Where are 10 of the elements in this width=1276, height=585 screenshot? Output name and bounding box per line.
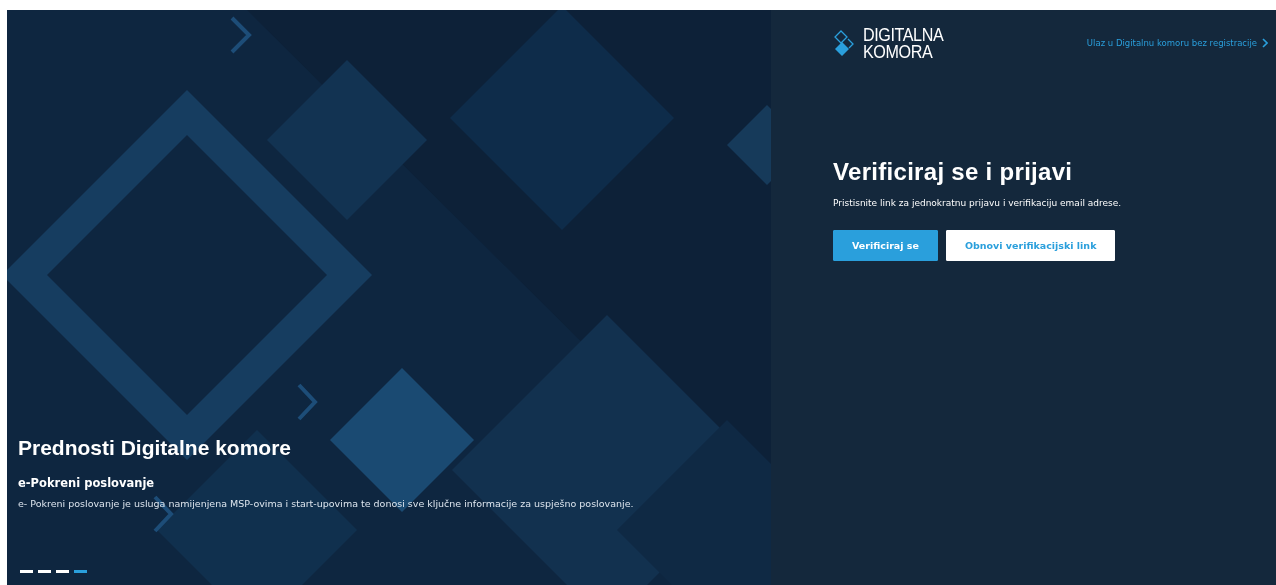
slide-title: Prednosti Digitalne komore xyxy=(18,436,292,460)
renew-link-button[interactable]: Obnovi verifikacijski link xyxy=(945,230,1116,261)
login-title: Verificiraj se i prijavi xyxy=(833,158,1073,186)
verify-button[interactable]: Verificiraj se xyxy=(833,230,938,261)
logo-text: DIGITALNA KOMORA xyxy=(863,26,944,60)
login-instructions: Pristisnite link za jednokratnu prijavu i verifikaciju email adrese. xyxy=(833,198,1122,208)
slide-text: e- Pokreni poslovanje je usluga namijenjena MSP-ovima i start-upovima te donosi sve ključne informacije za uspješno poslovanje. xyxy=(18,498,634,509)
slide-subtitle: e-Pokreni poslovanje xyxy=(18,476,155,490)
chevron-icon xyxy=(1262,38,1268,48)
guest-entry-link[interactable]: Ulaz u Digitalnu komoru bez registracije xyxy=(1086,38,1268,48)
